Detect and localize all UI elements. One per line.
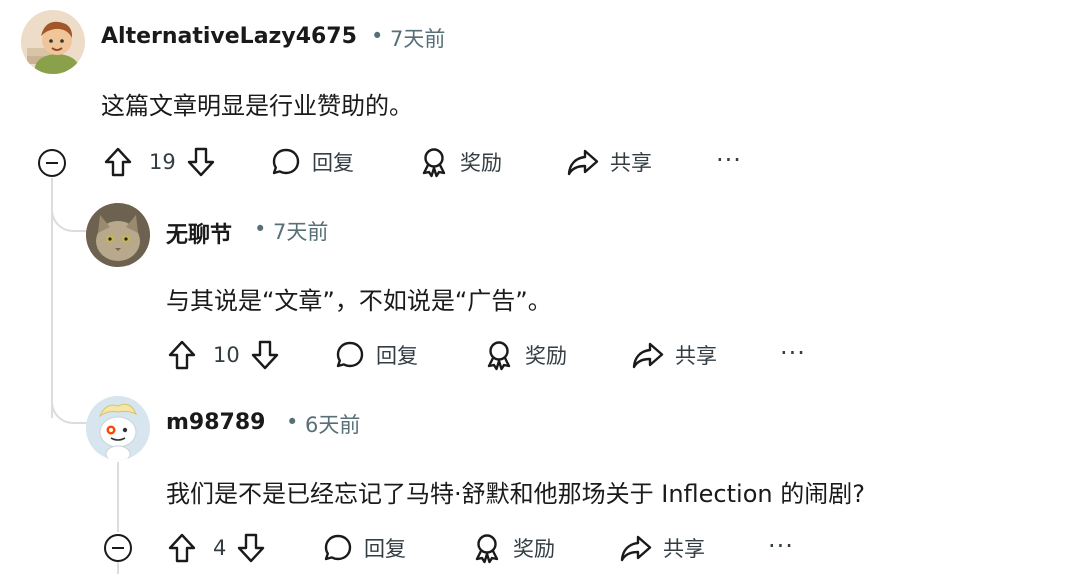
vote-bar: 4 xyxy=(167,532,266,564)
share-button[interactable]: 共享 xyxy=(619,532,705,564)
reply-label: 回复 xyxy=(312,151,354,175)
share-icon xyxy=(632,342,664,369)
timestamp[interactable]: 7天前 xyxy=(390,23,445,53)
upvote-icon[interactable] xyxy=(103,146,133,178)
award-button[interactable]: 奖励 xyxy=(471,532,555,564)
avatar[interactable] xyxy=(86,396,150,460)
timestamp[interactable]: 6天前 xyxy=(305,409,360,439)
award-label: 奖励 xyxy=(513,537,555,561)
award-icon xyxy=(422,148,446,178)
reply-label: 回复 xyxy=(364,537,406,561)
reply-button[interactable]: 回复 xyxy=(270,146,354,178)
user-avatar-icon xyxy=(21,10,85,74)
reply-label: 回复 xyxy=(376,344,418,368)
comment-body: 我们是不是已经忘记了马特·舒默和他那场关于 Inflection 的闹剧? xyxy=(166,480,865,508)
comment-bubble-icon xyxy=(272,148,300,175)
comment-body: 与其说是“文章”，不如说是“广告”。 xyxy=(166,287,552,315)
collapse-icon[interactable] xyxy=(104,534,132,562)
timestamp[interactable]: 7天前 xyxy=(273,216,328,246)
thread-connector-1 xyxy=(51,188,87,232)
share-icon xyxy=(620,535,652,562)
vote-count: 4 xyxy=(213,536,227,560)
award-button[interactable]: 奖励 xyxy=(418,146,502,178)
award-label: 奖励 xyxy=(525,344,567,368)
cat-avatar-icon xyxy=(86,203,150,267)
meta-separator: • xyxy=(254,217,267,241)
collapse-icon[interactable] xyxy=(38,149,66,177)
award-icon xyxy=(487,341,511,371)
thread-line-reply-tail xyxy=(117,562,119,574)
share-label: 共享 xyxy=(675,344,717,368)
vote-count: 19 xyxy=(149,150,176,174)
downvote-icon[interactable] xyxy=(186,146,216,178)
vote-bar: 10 xyxy=(167,339,280,371)
avatar[interactable] xyxy=(86,203,150,267)
downvote-icon[interactable] xyxy=(250,339,280,371)
vote-bar: 19 xyxy=(103,146,216,178)
comment-bubble-icon xyxy=(336,341,364,368)
downvote-icon[interactable] xyxy=(236,532,266,564)
username[interactable]: m98789 xyxy=(166,410,265,435)
comment-bubble-icon xyxy=(324,534,352,561)
reddit-snoo-avatar-icon xyxy=(86,396,150,460)
share-label: 共享 xyxy=(663,537,705,561)
upvote-icon[interactable] xyxy=(167,532,197,564)
meta-separator: • xyxy=(286,410,299,434)
thread-connector-2 xyxy=(51,380,87,424)
avatar[interactable] xyxy=(21,10,85,74)
upvote-icon[interactable] xyxy=(167,339,197,371)
more-options-icon[interactable]: ··· xyxy=(780,339,806,367)
username[interactable]: 无聊节 xyxy=(166,217,232,249)
username[interactable]: AlternativeLazy4675 xyxy=(101,24,357,49)
share-button[interactable]: 共享 xyxy=(631,339,717,371)
share-icon xyxy=(567,149,599,176)
award-label: 奖励 xyxy=(460,151,502,175)
more-options-icon[interactable]: ··· xyxy=(768,532,794,560)
reply-button[interactable]: 回复 xyxy=(322,532,406,564)
share-label: 共享 xyxy=(610,151,652,175)
award-icon xyxy=(475,534,499,564)
vote-count: 10 xyxy=(213,343,240,367)
reply-button[interactable]: 回复 xyxy=(334,339,418,371)
meta-separator: • xyxy=(371,24,384,48)
share-button[interactable]: 共享 xyxy=(566,146,652,178)
thread-line-reply xyxy=(117,462,119,532)
more-options-icon[interactable]: ··· xyxy=(716,146,742,174)
comment-body: 这篇文章明显是行业赞助的。 xyxy=(101,92,413,120)
award-button[interactable]: 奖励 xyxy=(483,339,567,371)
